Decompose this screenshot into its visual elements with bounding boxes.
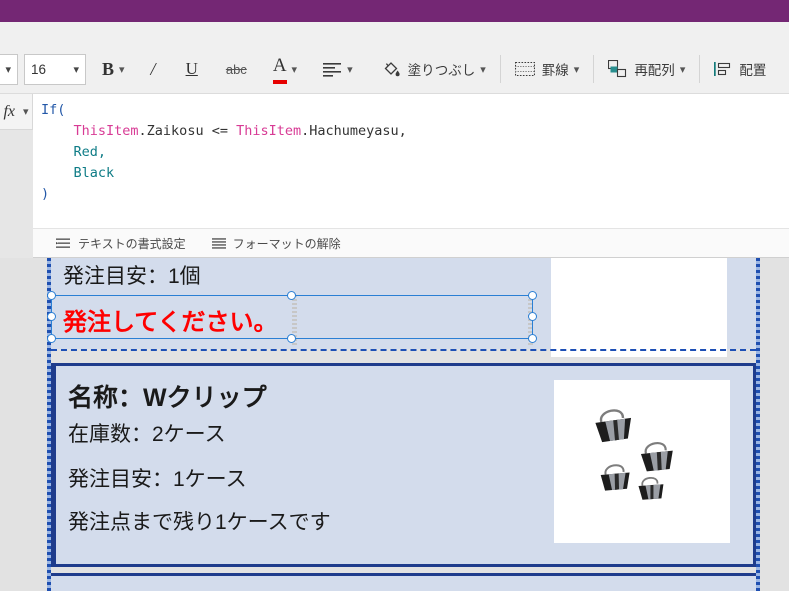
fill-button[interactable]: 塗りつぶし ▾ — [375, 52, 492, 86]
clear-format-icon — [211, 237, 226, 249]
align-objects-icon — [714, 61, 732, 77]
formula-code: If( ThisItem.Zaikosu <= ThisItem.Hachume… — [41, 102, 407, 202]
reorder-alert-label[interactable]: 発注してください。 — [63, 302, 278, 337]
reorder-icon — [608, 60, 627, 78]
paint-bucket-icon — [381, 60, 401, 79]
gallery-item-divider — [51, 349, 756, 351]
toolbar-divider — [699, 55, 701, 83]
gallery-item[interactable]: 名称：Wクリップ 在庫数：2ケース 発注目安：1ケース 発注点まで残り1ケースで… — [51, 363, 756, 567]
fx-button[interactable]: fx ▾ — [0, 94, 33, 130]
app-canvas[interactable]: 発注目安：1個 発注してください。 名称：Wクリップ 在庫数：2ケース 発注目安… — [0, 258, 789, 591]
app-title-bar — [0, 0, 789, 22]
alignment-guide — [528, 295, 533, 347]
border-icon — [514, 62, 535, 76]
formula-footer: テキストの書式設定 フォーマットの解除 — [33, 228, 789, 258]
formula-input[interactable]: If( ThisItem.Zaikosu <= ThisItem.Hachume… — [33, 94, 789, 228]
chevron-down-icon: ▾ — [679, 63, 686, 76]
reorder-guide-label: 発注目安：1個 — [63, 265, 201, 288]
chevron-down-icon: ▾ — [119, 63, 125, 76]
font-size-dropdown[interactable]: 16 ▾ — [24, 53, 86, 85]
gallery-right-edge — [756, 258, 760, 591]
arrange-label: 配置 — [739, 63, 767, 78]
fx-icon: fx — [3, 102, 15, 120]
text-format-icon — [56, 238, 71, 249]
text-format-label: テキストの書式設定 — [78, 236, 186, 251]
chevron-down-icon: ▾ — [73, 63, 79, 76]
format-toolbar: ▾ 16 ▾ B ▾ / U abc A ▾ ▾ 塗りつぶし ▾ 罫線 ▾ 再配… — [0, 22, 789, 94]
item-stock-label: 在庫数：2ケース — [68, 423, 226, 446]
fill-label: 塗りつぶし — [407, 63, 476, 78]
arrange-button[interactable]: 配置 — [708, 52, 772, 86]
toolbar-divider — [593, 55, 595, 83]
chevron-down-icon: ▾ — [5, 63, 11, 76]
font-color-icon: A — [272, 55, 287, 84]
chevron-down-icon: ▾ — [347, 63, 353, 76]
reorder-button[interactable]: 再配列 ▾ — [602, 52, 691, 86]
formula-bar-region: fx ▾ If( ThisItem.Zaikosu <= ThisItem.Ha… — [0, 94, 789, 258]
align-left-icon — [323, 62, 342, 77]
item-image[interactable] — [551, 258, 727, 357]
underline-icon: U — [185, 59, 198, 78]
font-size-value: 16 — [31, 61, 47, 77]
border-label: 罫線 — [541, 63, 569, 78]
item-image[interactable] — [554, 380, 730, 543]
binder-clips-photo — [566, 386, 718, 537]
italic-button[interactable]: / — [145, 52, 162, 86]
item-reorder-guide-label: 発注目安：1ケース — [68, 468, 247, 491]
strikethrough-icon: abc — [225, 61, 247, 77]
text-format-button[interactable]: テキストの書式設定 — [56, 235, 186, 252]
item-name-label: 名称：Wクリップ — [68, 384, 267, 412]
font-family-dropdown[interactable]: ▾ — [0, 53, 18, 85]
underline-button[interactable]: U — [180, 52, 204, 86]
border-button[interactable]: 罫線 ▾ — [509, 52, 586, 86]
chevron-down-icon: ▾ — [23, 106, 29, 118]
italic-icon: / — [150, 58, 156, 79]
font-color-button[interactable]: A ▾ — [267, 52, 303, 86]
gallery-item[interactable] — [51, 573, 756, 591]
chevron-down-icon: ▾ — [573, 63, 580, 76]
strikethrough-button[interactable]: abc — [220, 52, 253, 86]
bold-button[interactable]: B ▾ — [96, 52, 131, 86]
clear-format-label: フォーマットの解除 — [232, 236, 341, 251]
text-align-button[interactable]: ▾ — [317, 52, 359, 86]
reorder-label: 再配列 — [634, 63, 675, 78]
chevron-down-icon: ▾ — [291, 63, 298, 76]
clear-format-button[interactable]: フォーマットの解除 — [211, 235, 341, 252]
alignment-guide — [292, 295, 297, 347]
item-remaining-label: 発注点まで残り1ケースです — [68, 511, 331, 534]
gallery-item[interactable]: 発注目安：1個 発注してください。 — [51, 258, 756, 357]
toolbar-divider — [499, 55, 501, 83]
stapler-photo — [564, 258, 714, 348]
chevron-down-icon: ▾ — [480, 63, 486, 76]
bold-icon: B — [102, 58, 115, 79]
gallery-control[interactable]: 発注目安：1個 発注してください。 名称：Wクリップ 在庫数：2ケース 発注目安… — [47, 258, 760, 591]
